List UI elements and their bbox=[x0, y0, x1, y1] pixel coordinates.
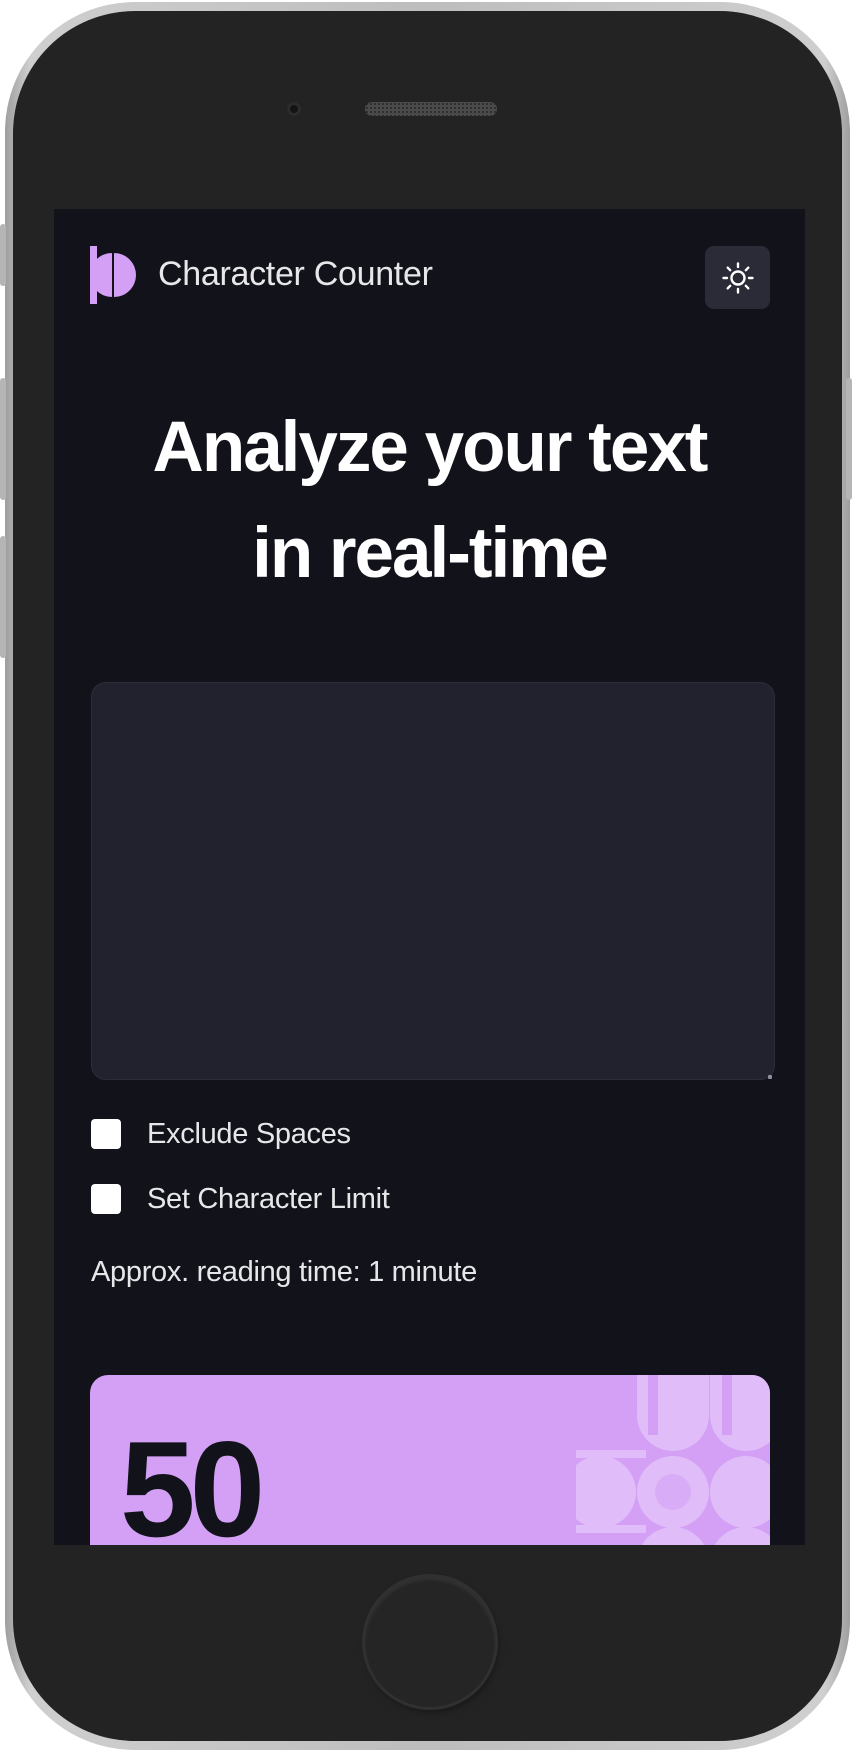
textarea-resize-handle[interactable] bbox=[768, 1075, 772, 1079]
sun-icon bbox=[721, 261, 754, 294]
exclude-spaces-checkbox[interactable] bbox=[91, 1119, 121, 1149]
exclude-spaces-label: Exclude Spaces bbox=[147, 1117, 351, 1150]
mute-switch bbox=[0, 224, 6, 286]
character-counter-logo-icon bbox=[90, 246, 140, 304]
volume-down-button bbox=[0, 536, 6, 658]
text-input[interactable] bbox=[91, 682, 775, 1080]
hero-heading: Analyze your text in real-time bbox=[54, 395, 805, 607]
hero-line-1: Analyze your text bbox=[152, 408, 709, 487]
character-limit-label: Set Character Limit bbox=[147, 1182, 390, 1215]
volume-up-button bbox=[0, 378, 6, 500]
home-button[interactable] bbox=[365, 1577, 495, 1707]
total-characters-value: 50 bbox=[120, 1413, 265, 1545]
front-camera bbox=[287, 102, 301, 116]
theme-toggle-button[interactable] bbox=[705, 246, 770, 309]
total-characters-card: 50 bbox=[90, 1375, 770, 1545]
power-button bbox=[846, 378, 852, 500]
character-limit-checkbox[interactable] bbox=[91, 1184, 121, 1214]
hero-line-2: in real-time bbox=[252, 514, 609, 593]
app-title: Character Counter bbox=[158, 255, 433, 293]
exclude-spaces-option[interactable]: Exclude Spaces bbox=[91, 1117, 351, 1151]
card-pattern-decoration bbox=[576, 1375, 770, 1545]
reading-time: Approx. reading time: 1 minute bbox=[91, 1256, 477, 1288]
app-screen: Character Counter Analyze your text in r… bbox=[54, 209, 805, 1545]
earpiece-speaker bbox=[365, 102, 497, 116]
character-limit-option[interactable]: Set Character Limit bbox=[91, 1182, 390, 1216]
